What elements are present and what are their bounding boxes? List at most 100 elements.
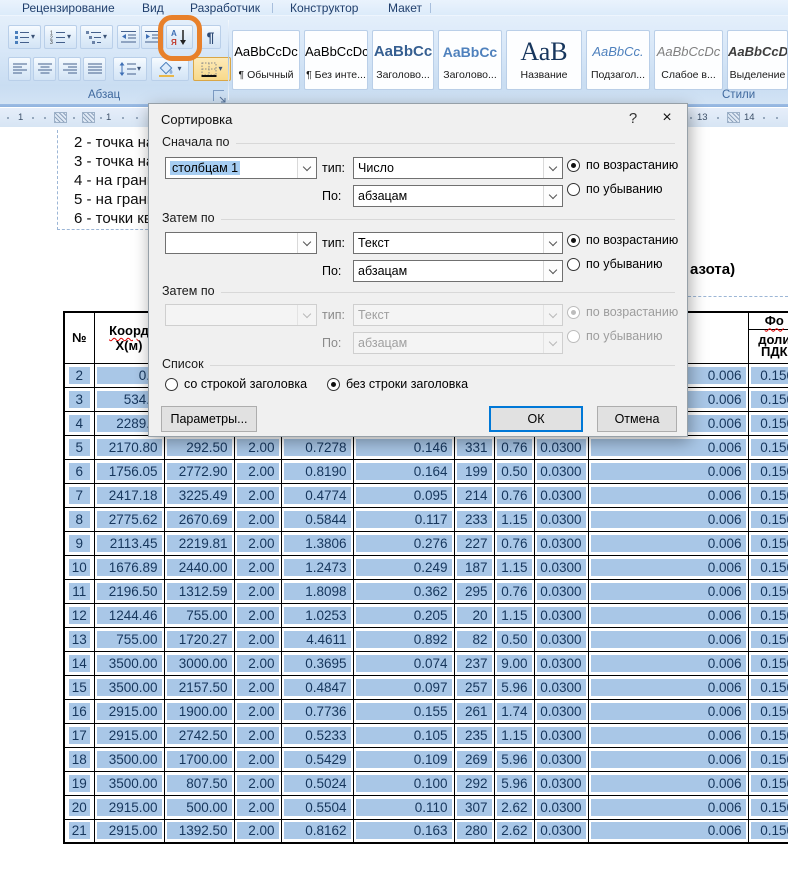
- data-cell[interactable]: 0.7278: [281, 435, 353, 459]
- data-cell[interactable]: 280: [454, 819, 494, 843]
- tab-design[interactable]: Конструктор: [290, 1, 358, 15]
- data-cell[interactable]: 0.150: [748, 363, 788, 387]
- data-cell[interactable]: 0.097: [353, 675, 454, 699]
- data-cell[interactable]: 2915.00: [94, 723, 164, 747]
- style-title[interactable]: АаВ Название: [506, 30, 582, 90]
- then-by-1-type-combo[interactable]: Текст: [353, 232, 563, 254]
- data-cell[interactable]: 235: [454, 723, 494, 747]
- then-by-1-using-combo[interactable]: абзацам: [353, 260, 563, 282]
- data-cell[interactable]: 2417.18: [94, 483, 164, 507]
- align-left-button[interactable]: [8, 57, 31, 81]
- data-cell[interactable]: 2.62: [494, 819, 534, 843]
- style-subtitle[interactable]: AaBbCc. Подзагол...: [586, 30, 650, 90]
- pilcrow-button[interactable]: ¶: [200, 25, 221, 49]
- data-cell[interactable]: 257: [454, 675, 494, 699]
- row-number-cell[interactable]: 21: [64, 819, 94, 843]
- data-cell[interactable]: 3500.00: [94, 771, 164, 795]
- data-cell[interactable]: 0.0300: [534, 555, 588, 579]
- chevron-down-icon[interactable]: [543, 186, 562, 206]
- data-cell[interactable]: 0.150: [748, 435, 788, 459]
- data-cell[interactable]: 2.00: [234, 747, 281, 771]
- data-cell[interactable]: 1.2473: [281, 555, 353, 579]
- row-number-cell[interactable]: 9: [64, 531, 94, 555]
- data-cell[interactable]: 0.0300: [534, 675, 588, 699]
- data-cell[interactable]: 2170.80: [94, 435, 164, 459]
- data-cell[interactable]: 0.249: [353, 555, 454, 579]
- data-cell[interactable]: 0.0300: [534, 747, 588, 771]
- data-cell[interactable]: 1.0253: [281, 603, 353, 627]
- data-cell[interactable]: 2.00: [234, 435, 281, 459]
- data-cell[interactable]: 5.96: [494, 747, 534, 771]
- decrease-indent-button[interactable]: [117, 25, 140, 49]
- data-cell[interactable]: 2.00: [234, 555, 281, 579]
- row-number-cell[interactable]: 2: [64, 363, 94, 387]
- data-cell[interactable]: 214: [454, 483, 494, 507]
- data-cell[interactable]: 0.8162: [281, 819, 353, 843]
- data-cell[interactable]: 0.150: [748, 699, 788, 723]
- data-cell[interactable]: 0.3695: [281, 651, 353, 675]
- row-number-cell[interactable]: 8: [64, 507, 94, 531]
- data-cell[interactable]: 0.150: [748, 411, 788, 435]
- ok-button[interactable]: ОК: [489, 406, 583, 432]
- options-button[interactable]: Параметры...: [161, 406, 257, 432]
- data-cell[interactable]: 0.0300: [534, 651, 588, 675]
- multilevel-list-button[interactable]: ▾: [80, 25, 113, 49]
- data-cell[interactable]: 0.150: [748, 531, 788, 555]
- data-cell[interactable]: 1700.00: [164, 747, 234, 771]
- data-cell[interactable]: 0.205: [353, 603, 454, 627]
- data-cell[interactable]: 0.150: [748, 627, 788, 651]
- style-heading1[interactable]: AaBbCc Заголово...: [372, 30, 434, 90]
- data-cell[interactable]: 331: [454, 435, 494, 459]
- data-cell[interactable]: 199: [454, 459, 494, 483]
- data-cell[interactable]: 2.00: [234, 531, 281, 555]
- data-cell[interactable]: 0.095: [353, 483, 454, 507]
- data-cell[interactable]: 0.0300: [534, 819, 588, 843]
- row-number-cell[interactable]: 11: [64, 579, 94, 603]
- tab-layout[interactable]: Макет: [388, 1, 422, 15]
- data-cell[interactable]: 0.006: [588, 675, 748, 699]
- data-cell[interactable]: 261: [454, 699, 494, 723]
- data-cell[interactable]: 269: [454, 747, 494, 771]
- data-cell[interactable]: 3000.00: [164, 651, 234, 675]
- data-cell[interactable]: 0.150: [748, 819, 788, 843]
- data-cell[interactable]: 755.00: [164, 603, 234, 627]
- data-cell[interactable]: 0.0300: [534, 771, 588, 795]
- row-number-cell[interactable]: 10: [64, 555, 94, 579]
- data-cell[interactable]: 0.0300: [534, 603, 588, 627]
- data-cell[interactable]: 0.006: [588, 531, 748, 555]
- tab-review[interactable]: Рецензирование: [22, 1, 115, 15]
- data-cell[interactable]: 1900.00: [164, 699, 234, 723]
- data-cell[interactable]: 237: [454, 651, 494, 675]
- shading-button[interactable]: ▾: [151, 57, 189, 81]
- data-cell[interactable]: 2670.69: [164, 507, 234, 531]
- data-cell[interactable]: 0.5429: [281, 747, 353, 771]
- data-cell[interactable]: 0.150: [748, 387, 788, 411]
- data-cell[interactable]: 0.5844: [281, 507, 353, 531]
- then-by-1-ascending-radio[interactable]: по возрастанию: [567, 232, 678, 248]
- data-cell[interactable]: 0.006: [588, 459, 748, 483]
- data-cell[interactable]: 0.150: [748, 675, 788, 699]
- data-cell[interactable]: 0.006: [588, 819, 748, 843]
- data-cell[interactable]: 1676.89: [94, 555, 164, 579]
- no-header-row-radio[interactable]: без строки заголовка: [327, 376, 468, 392]
- data-cell[interactable]: 3225.49: [164, 483, 234, 507]
- data-cell[interactable]: 0.892: [353, 627, 454, 651]
- data-cell[interactable]: 0.006: [588, 723, 748, 747]
- data-cell[interactable]: 0.150: [748, 771, 788, 795]
- sort-button[interactable]: А Я: [166, 25, 193, 49]
- data-cell[interactable]: 0.150: [748, 507, 788, 531]
- numbering-button[interactable]: 1 2 3 ▾: [44, 25, 77, 49]
- data-cell[interactable]: 1720.27: [164, 627, 234, 651]
- row-number-cell[interactable]: 20: [64, 795, 94, 819]
- tab-view[interactable]: Вид: [142, 1, 164, 15]
- data-cell[interactable]: 0.0300: [534, 579, 588, 603]
- data-cell[interactable]: 807.50: [164, 771, 234, 795]
- sort-by-ascending-radio[interactable]: по возрастанию: [567, 157, 678, 173]
- data-cell[interactable]: 0.006: [588, 651, 748, 675]
- data-cell[interactable]: 1312.59: [164, 579, 234, 603]
- data-cell[interactable]: 2915.00: [94, 819, 164, 843]
- data-cell[interactable]: 1.8098: [281, 579, 353, 603]
- data-cell[interactable]: 0.006: [588, 771, 748, 795]
- data-cell[interactable]: 2.00: [234, 819, 281, 843]
- data-cell[interactable]: 0.76: [494, 531, 534, 555]
